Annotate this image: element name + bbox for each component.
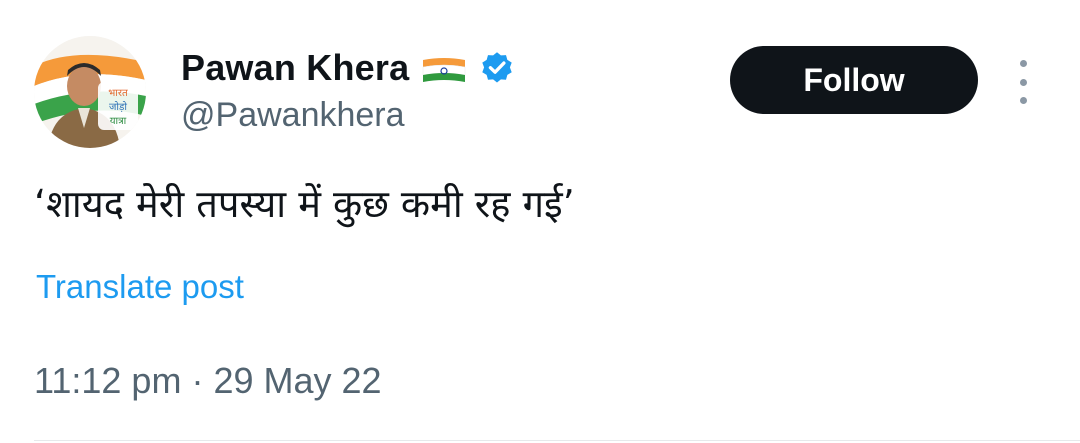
india-flag-icon bbox=[421, 53, 467, 83]
timestamp-separator: · bbox=[191, 360, 204, 401]
translate-post-link[interactable]: Translate post bbox=[36, 268, 244, 306]
post-text: ‘शायद मेरी तपस्या में कुछ कमी रह गई’ bbox=[34, 182, 575, 226]
author-name-row: Pawan Khera bbox=[181, 44, 515, 92]
author-display-name[interactable]: Pawan Khera bbox=[181, 47, 409, 89]
follow-button[interactable]: Follow bbox=[730, 46, 978, 114]
more-vertical-icon[interactable] bbox=[1008, 60, 1038, 104]
avatar[interactable]: भारत जोड़ो यात्रा bbox=[34, 36, 146, 148]
avatar-badge-line2: जोड़ो bbox=[109, 101, 127, 113]
avatar-badge-line1: भारत bbox=[108, 88, 128, 99]
verified-badge-icon bbox=[479, 50, 515, 86]
post-timestamp[interactable]: 11:12 pm · 29 May 22 bbox=[34, 360, 382, 402]
avatar-badge-line3: यात्रा bbox=[110, 116, 127, 127]
author-handle[interactable]: @Pawankhera bbox=[181, 96, 405, 135]
post-time: 11:12 pm bbox=[34, 360, 182, 401]
post-date: 29 May 22 bbox=[213, 360, 382, 401]
divider bbox=[34, 440, 1080, 441]
avatar-image: भारत जोड़ो यात्रा bbox=[34, 36, 146, 148]
